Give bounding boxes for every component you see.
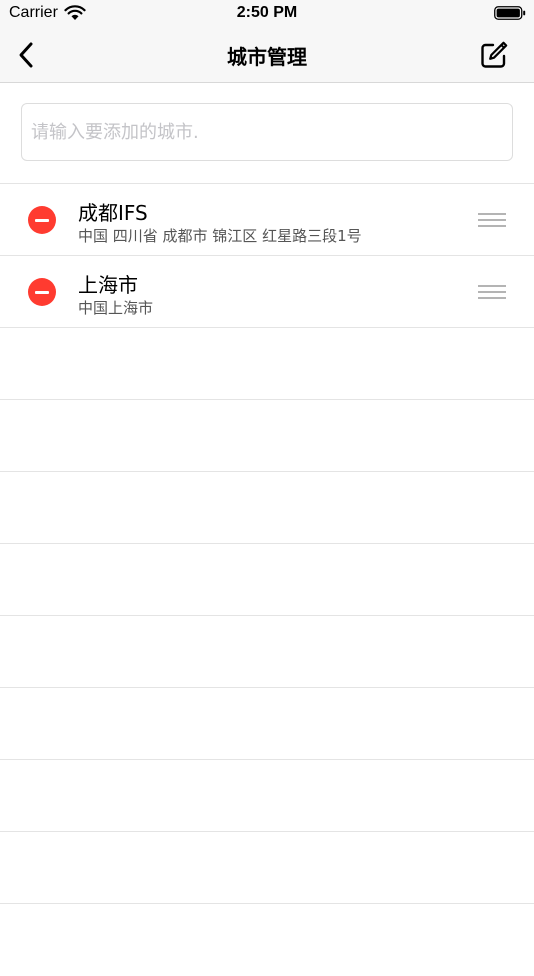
page-title: 城市管理: [227, 45, 307, 69]
empty-row: [0, 616, 534, 688]
reorder-handle-icon[interactable]: [478, 285, 506, 299]
city-search-input[interactable]: [21, 103, 513, 161]
city-name: 上海市: [78, 273, 138, 297]
minus-icon: [35, 290, 49, 294]
delete-button[interactable]: [28, 206, 56, 234]
status-time: 2:50 PM: [236, 4, 298, 21]
empty-row: [0, 328, 534, 400]
empty-row: [0, 688, 534, 760]
city-address: 中国 四川省 成都市 锦江区 红星路三段1号: [78, 227, 362, 245]
edit-button[interactable]: [476, 37, 512, 73]
city-row[interactable]: 上海市 中国上海市: [0, 256, 534, 328]
empty-row: [0, 472, 534, 544]
status-bar: Carrier 2:50 PM: [0, 0, 534, 28]
empty-row: [0, 832, 534, 904]
search-area: [0, 83, 534, 183]
city-address: 中国上海市: [78, 299, 154, 317]
city-row[interactable]: 成都IFS 中国 四川省 成都市 锦江区 红星路三段1号: [0, 184, 534, 256]
empty-row: [0, 904, 534, 976]
reorder-handle-icon[interactable]: [478, 213, 506, 227]
empty-row: [0, 544, 534, 616]
minus-icon: [35, 218, 49, 222]
empty-row: [0, 760, 534, 832]
compose-icon: [481, 41, 508, 68]
battery-icon: [494, 6, 526, 20]
delete-button[interactable]: [28, 278, 56, 306]
city-list: 成都IFS 中国 四川省 成都市 锦江区 红星路三段1号 上海市 中国上海市: [0, 183, 534, 976]
empty-row: [0, 400, 534, 472]
navigation-bar: 城市管理: [0, 28, 534, 83]
city-name: 成都IFS: [78, 201, 148, 225]
